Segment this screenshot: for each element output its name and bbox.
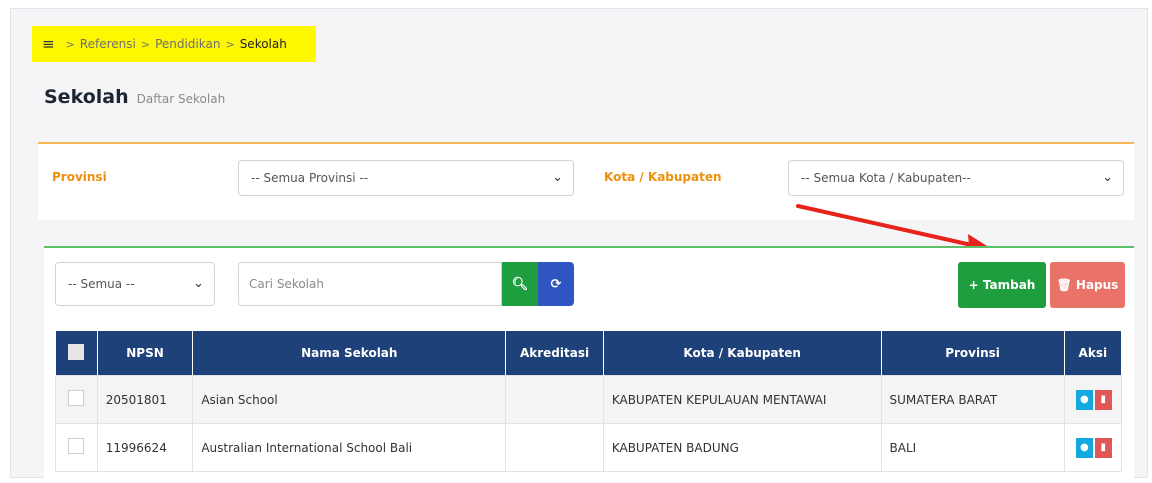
provinsi-label: Provinsi [52, 170, 107, 184]
column-header-aksi: Aksi [1064, 331, 1123, 376]
row-checkbox-cell[interactable] [55, 423, 98, 472]
chevron-down-icon: ⌄ [552, 170, 563, 185]
page-subtitle: Daftar Sekolah [136, 92, 226, 106]
column-header-npsn: NPSN [97, 331, 194, 376]
refresh-button[interactable]: ⟳ [538, 262, 574, 306]
cell-npsn: 20501801 [96, 375, 194, 424]
cell-kota: KABUPATEN KEPULAUAN MENTAWAI [602, 375, 882, 424]
search-icon: 🔍︎ [511, 276, 529, 292]
kota-label: Kota / Kabupaten [604, 170, 722, 184]
delete-button[interactable]: 🗑︎ Hapus [1050, 262, 1125, 308]
status-filter-select[interactable]: -- Semua -- ⌄ [55, 262, 215, 306]
cell-akreditasi [505, 375, 604, 424]
row-checkbox[interactable] [68, 438, 85, 454]
table-row: 20501801 Asian School KABUPATEN KEPULAUA… [55, 375, 1123, 424]
column-header-kota: Kota / Kabupaten [603, 331, 882, 376]
hamburger-menu-icon[interactable]: ≡ [42, 35, 55, 53]
cell-akreditasi [505, 423, 604, 472]
breadcrumb-item-pendidikan[interactable]: Pendidikan [155, 37, 220, 51]
table-row: 11996624 Australian International School… [55, 423, 1123, 472]
kota-select[interactable]: -- Semua Kota / Kabupaten-- ⌄ [788, 160, 1124, 196]
eye-icon[interactable]: ● [1075, 389, 1093, 410]
chevron-down-icon: ⌄ [193, 276, 204, 291]
row-checkbox[interactable] [68, 390, 85, 406]
cell-provinsi: SUMATERA BARAT [880, 375, 1065, 424]
cell-aksi: ● ▮ [1063, 375, 1123, 424]
breadcrumb-separator: > [140, 37, 151, 51]
search-button[interactable]: 🔍︎ [502, 262, 538, 306]
select-all-checkbox-cell[interactable] [55, 331, 98, 376]
cell-kota: KABUPATEN BADUNG [602, 423, 882, 472]
table-header-row: NPSN Nama Sekolah Akreditasi Kota / Kabu… [55, 331, 1123, 376]
breadcrumb-separator: > [225, 37, 235, 51]
search-placeholder: Cari Sekolah [249, 277, 324, 291]
cell-npsn: 11996624 [96, 423, 194, 472]
breadcrumb-item-sekolah: Sekolah [239, 37, 287, 51]
chevron-down-icon: ⌄ [1102, 170, 1113, 185]
provinsi-select-value: -- Semua Provinsi -- [251, 171, 369, 185]
cell-nama-sekolah: Australian International School Bali [192, 423, 507, 472]
column-header-nama-sekolah: Nama Sekolah [192, 331, 507, 376]
page-title-text: Sekolah [44, 86, 129, 108]
school-table: NPSN Nama Sekolah Akreditasi Kota / Kabu… [55, 331, 1123, 472]
trash-icon: 🗑︎ [1056, 278, 1072, 292]
column-header-akreditasi: Akreditasi [505, 331, 604, 376]
add-button[interactable]: + Tambah [958, 262, 1046, 308]
cell-provinsi: BALI [880, 423, 1065, 472]
column-header-provinsi: Provinsi [881, 331, 1065, 376]
trash-icon[interactable]: ▮ [1094, 437, 1112, 458]
cell-nama-sekolah: Asian School [192, 375, 507, 424]
breadcrumb-item-referensi[interactable]: Referensi [80, 37, 136, 51]
refresh-icon: ⟳ [550, 276, 562, 292]
kota-select-value: -- Semua Kota / Kabupaten-- [801, 171, 971, 185]
breadcrumb-separator: > [65, 37, 75, 51]
eye-icon[interactable]: ● [1075, 437, 1093, 458]
page-title: Sekolah Daftar Sekolah [44, 86, 225, 108]
cell-aksi: ● ▮ [1063, 423, 1123, 472]
row-checkbox-cell[interactable] [55, 375, 98, 424]
delete-button-label: Hapus [1075, 278, 1119, 292]
add-button-label: + Tambah [968, 278, 1036, 292]
status-filter-value: -- Semua -- [68, 277, 135, 291]
trash-icon[interactable]: ▮ [1094, 389, 1112, 410]
select-all-checkbox[interactable] [68, 343, 85, 360]
breadcrumb: ≡ > Referensi > Pendidikan > Sekolah [32, 26, 316, 62]
provinsi-select[interactable]: -- Semua Provinsi -- ⌄ [238, 160, 574, 196]
search-input[interactable]: Cari Sekolah [238, 262, 502, 306]
